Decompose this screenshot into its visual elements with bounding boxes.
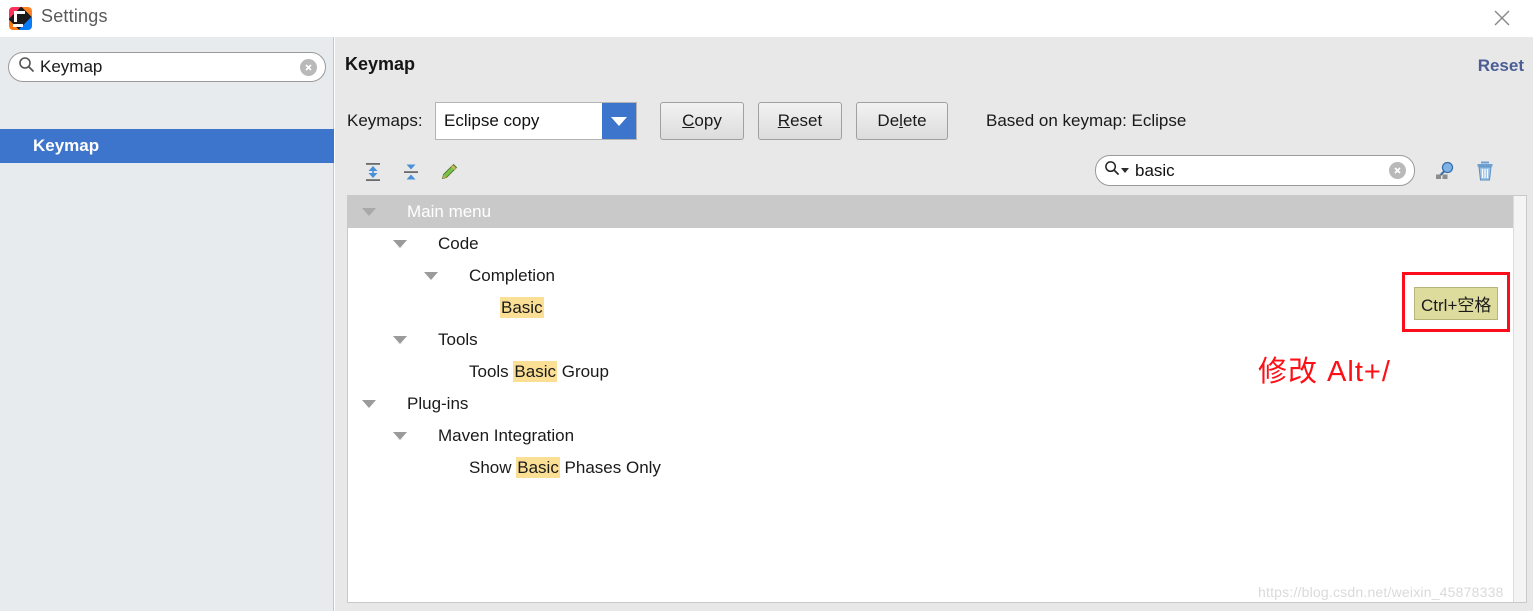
keymaps-label: Keymaps: <box>347 111 423 130</box>
tree-row-text: Completion <box>469 266 555 285</box>
keymap-toolbar: basic <box>347 155 1527 193</box>
edit-shortcut-pencil-icon[interactable] <box>435 157 463 187</box>
keymap-select[interactable]: Eclipse copy <box>435 102 637 140</box>
title-bar: Settings <box>0 0 1533 37</box>
tree-row-text: Code <box>438 234 479 253</box>
tree-row[interactable]: Code <box>348 228 1526 260</box>
reset-button-mnemonic: R <box>777 111 791 130</box>
close-icon[interactable] <box>1479 2 1525 34</box>
tree-row-text: Maven Integration <box>438 426 575 445</box>
collapse-all-icon[interactable] <box>397 157 425 187</box>
tree-row-label: Tools Basic Group <box>469 361 609 382</box>
tree-header-row[interactable]: Main menu <box>348 196 1526 228</box>
tree-expand-arrow-icon[interactable] <box>393 240 407 248</box>
tree-row-label: Completion <box>469 266 555 286</box>
search-icon <box>1104 160 1120 181</box>
delete-button-post: ete <box>902 111 927 130</box>
copy-button[interactable]: Copy <box>660 102 744 140</box>
search-match-highlight: Basic <box>516 457 560 478</box>
reset-link[interactable]: Reset <box>1478 56 1524 76</box>
delete-button-pre: De <box>877 111 900 130</box>
expand-all-icon[interactable] <box>359 157 387 187</box>
sidebar-search-value: Keymap <box>40 57 103 76</box>
tree-row-label: Maven Integration <box>438 426 574 446</box>
settings-window: Settings Keymap Keymap Keymap Reset Keym… <box>0 0 1533 611</box>
keymaps-row: Keymaps: Eclipse copy Copy Reset De l ete … <box>347 102 1527 140</box>
sidebar-search-input[interactable]: Keymap <box>8 52 326 82</box>
tree-expand-arrow-icon[interactable] <box>393 336 407 344</box>
shortcut-badge: Ctrl+空格 <box>1414 287 1499 320</box>
tree-row-label: Tools <box>438 330 478 350</box>
tree-row-text: Main menu <box>407 202 492 221</box>
intellij-idea-logo-icon <box>9 7 32 30</box>
tree-row-label: Code <box>438 234 479 254</box>
search-icon <box>18 56 35 78</box>
chevron-down-icon[interactable] <box>1121 168 1129 173</box>
page-title: Keymap <box>345 54 416 74</box>
tree-vertical-scrollbar[interactable] <box>1513 196 1526 602</box>
clear-icon[interactable] <box>1389 162 1406 179</box>
annotation-note: 修改 Alt+/ <box>1258 356 1391 388</box>
search-match-highlight: Basic <box>513 361 557 382</box>
sidebar-item-keymap[interactable]: Keymap <box>0 129 334 163</box>
tree-row[interactable]: Maven Integration <box>348 420 1526 452</box>
copy-button-post: opy <box>694 111 722 130</box>
tree-row-text: Phases Only <box>559 458 661 477</box>
tree-row-text: Tools <box>438 330 478 349</box>
tree-expand-arrow-icon[interactable] <box>362 400 376 408</box>
based-on-keymap-label: Based on keymap: Eclipse <box>986 111 1187 130</box>
sidebar-item-label: Keymap <box>33 136 100 155</box>
keymap-tree[interactable]: Main menu Code Completion Basic Tools Tools B… <box>347 195 1527 603</box>
tree-row-label: Plug-ins <box>407 394 468 414</box>
clear-icon[interactable] <box>300 58 317 76</box>
trash-icon[interactable] <box>1469 155 1501 187</box>
tree-row-text: Group <box>557 362 609 381</box>
reset-button-post: eset <box>790 111 823 130</box>
find-by-shortcut-icon[interactable] <box>1429 155 1461 187</box>
window-title: Settings <box>41 6 108 26</box>
tree-row-label: Basic <box>500 297 544 318</box>
shortcut-search-input[interactable]: basic <box>1095 155 1415 186</box>
keymap-select-value: Eclipse copy <box>444 111 540 130</box>
tree-expand-arrow-icon[interactable] <box>424 272 438 280</box>
tree-row[interactable]: Show Basic Phases Only <box>348 452 1526 484</box>
delete-button[interactable]: De l ete <box>856 102 948 140</box>
tree-row-label: Main menu <box>407 202 491 222</box>
tree-row[interactable]: Plug-ins <box>348 388 1526 420</box>
settings-sidebar: Keymap Keymap <box>0 37 334 611</box>
search-match-highlight: Basic <box>500 297 544 318</box>
tree-expand-arrow-icon[interactable] <box>362 208 376 216</box>
tree-row-label: Show Basic Phases Only <box>469 457 661 478</box>
tree-expand-arrow-icon[interactable] <box>393 432 407 440</box>
tree-row-text: Tools <box>469 362 514 381</box>
tree-row[interactable]: Completion <box>348 260 1526 292</box>
shortcut-search-value: basic <box>1135 160 1175 180</box>
tree-row[interactable]: Basic <box>348 292 1526 324</box>
chevron-down-icon[interactable] <box>602 103 636 139</box>
tree-row-text: Show <box>469 458 517 477</box>
reset-keymap-button[interactable]: Reset <box>758 102 842 140</box>
tree-row-text: Plug-ins <box>407 394 469 413</box>
watermark: https://blog.csdn.net/weixin_45878338 <box>1258 584 1504 600</box>
copy-button-mnemonic: C <box>682 111 695 130</box>
keymap-settings-panel: Keymap Reset Keymaps: Eclipse copy Copy … <box>335 37 1533 611</box>
